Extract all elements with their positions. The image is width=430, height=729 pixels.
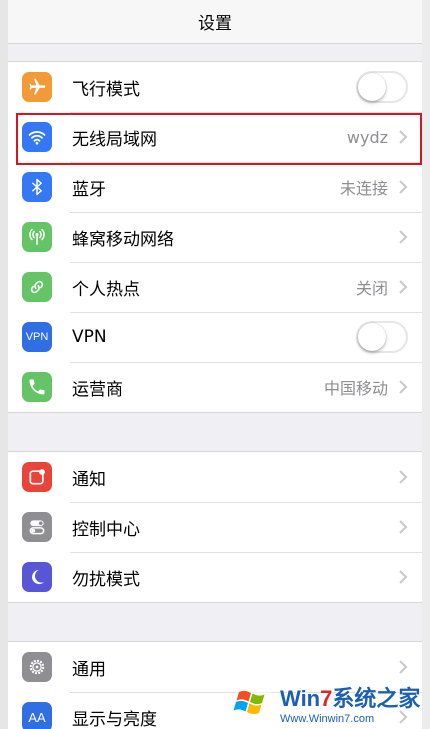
phone-icon	[22, 372, 52, 402]
hotspot-status: 关闭	[355, 279, 388, 298]
chevron-right-icon	[399, 230, 408, 244]
bluetooth-status: 未连接	[339, 179, 388, 198]
background-page-right	[422, 0, 430, 729]
settings-row-carrier[interactable]: 运营商 中国移动	[8, 362, 422, 412]
watermark-url: Www.Winwin7.com	[280, 713, 375, 725]
gear-icon	[22, 652, 52, 682]
control-center-icon	[22, 512, 52, 542]
settings-row-cellular[interactable]: 蜂窝移动网络	[8, 212, 422, 262]
settings-row-do-not-disturb[interactable]: 勿扰模式	[8, 552, 422, 602]
chevron-right-icon	[399, 660, 408, 674]
settings-row-personal-hotspot[interactable]: 个人热点 关闭	[8, 262, 422, 312]
carrier-name: 中国移动	[323, 379, 388, 398]
chevron-right-icon	[399, 180, 408, 194]
moon-icon	[22, 562, 52, 592]
settings-row-notifications[interactable]: 通知	[8, 452, 422, 502]
chevron-right-icon	[399, 520, 408, 534]
page-title: 设置	[198, 14, 232, 34]
bluetooth-icon	[22, 172, 52, 202]
watermark: Win7系统之家 Www.Winwin7.com	[230, 679, 426, 727]
windows-logo-icon	[232, 682, 274, 724]
settings-row-bluetooth[interactable]: 蓝牙 未连接	[8, 162, 422, 212]
chevron-right-icon	[399, 130, 408, 144]
settings-screen: 设置 飞行模式 无线局域网 wydz 蓝牙 未连接 蜂窝移动网络 个人热点 关闭…	[8, 0, 422, 729]
wlan-network-name: wydz	[346, 127, 388, 147]
settings-group-notifications: 通知 控制中心 勿扰模式	[8, 451, 422, 603]
airplane-mode-toggle[interactable]	[356, 71, 408, 103]
settings-row-airplane-mode[interactable]: 飞行模式	[8, 62, 422, 112]
wifi-icon	[22, 122, 52, 152]
settings-group-connectivity: 飞行模式 无线局域网 wydz 蓝牙 未连接 蜂窝移动网络 个人热点 关闭 VP…	[8, 61, 422, 413]
chevron-right-icon	[399, 470, 408, 484]
cellular-icon	[22, 222, 52, 252]
settings-row-vpn[interactable]: VPN VPN	[8, 312, 422, 362]
chevron-right-icon	[399, 280, 408, 294]
airplane-icon	[22, 72, 52, 102]
navigation-bar: 设置	[8, 0, 422, 44]
hotspot-icon	[22, 272, 52, 302]
vpn-toggle[interactable]	[356, 321, 408, 353]
chevron-right-icon	[399, 380, 408, 394]
background-page-left	[0, 0, 8, 729]
settings-row-wlan[interactable]: 无线局域网 wydz	[8, 112, 422, 162]
chevron-right-icon	[399, 570, 408, 584]
display-icon: AA	[22, 702, 52, 729]
vpn-icon: VPN	[22, 322, 52, 352]
settings-row-control-center[interactable]: 控制中心	[8, 502, 422, 552]
notification-icon	[22, 462, 52, 492]
